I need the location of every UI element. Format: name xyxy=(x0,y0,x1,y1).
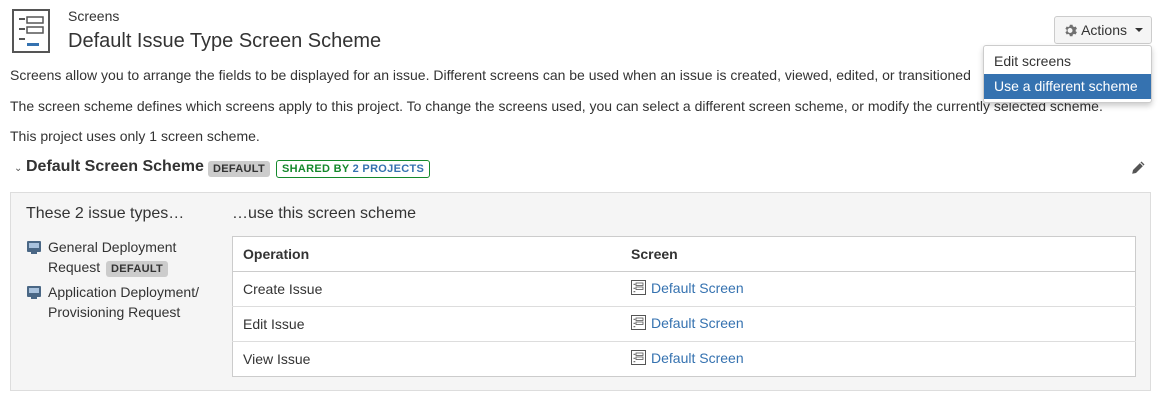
column-header-operation: Operation xyxy=(232,236,621,272)
description-text: Screens allow you to arrange the fields … xyxy=(10,67,971,83)
menu-item-use-different-scheme[interactable]: Use a different scheme xyxy=(984,74,1151,99)
table-row: Edit Issue Default Screen xyxy=(232,306,1136,342)
operation-cell: Edit Issue xyxy=(232,306,621,342)
scheme-header: ⌄ Default Screen Scheme DEFAULT SHARED B… xyxy=(10,158,1150,180)
table-row: View Issue Default Screen xyxy=(233,342,1136,377)
screen-scheme-icon xyxy=(12,9,50,53)
issue-type-name: Application Deployment/Provisioning Requ… xyxy=(48,284,199,320)
screen-cell: Default Screen xyxy=(621,271,1136,307)
issue-type-icon xyxy=(27,241,41,254)
screen-cell: Default Screen xyxy=(621,342,1136,377)
screen-icon xyxy=(631,280,646,296)
operation-cell: Create Issue xyxy=(232,271,621,307)
screen-link[interactable]: Default Screen xyxy=(631,280,744,296)
chevron-down-icon xyxy=(1135,28,1143,32)
screen-icon xyxy=(631,350,646,366)
pencil-icon[interactable] xyxy=(1130,160,1146,176)
screen-link-label[interactable]: Default Screen xyxy=(651,280,744,296)
menu-item-edit-screens[interactable]: Edit screens xyxy=(984,49,1151,74)
issue-type-icon xyxy=(27,286,41,299)
list-item: Application Deployment/Provisioning Requ… xyxy=(26,282,201,322)
default-badge: DEFAULT xyxy=(106,261,169,277)
chevron-down-icon[interactable]: ⌄ xyxy=(14,163,22,174)
shared-prefix: SHARED BY xyxy=(282,163,353,175)
column-header-screen: Screen xyxy=(621,236,1136,272)
breadcrumb[interactable]: Screens xyxy=(68,8,119,24)
actions-button[interactable]: Actions xyxy=(1054,16,1152,44)
default-badge: DEFAULT xyxy=(208,161,271,177)
shared-count[interactable]: 2 PROJECTS xyxy=(353,163,424,175)
scheme-name: Default Screen Scheme xyxy=(26,158,204,175)
list-item: General Deployment Request DEFAULT xyxy=(26,237,201,277)
screen-cell: Default Screen xyxy=(621,306,1136,342)
operations-table: Operation Screen Create Issue Default Sc… xyxy=(232,236,1136,377)
issue-types-list: General Deployment Request DEFAULT Appli… xyxy=(26,237,201,327)
page-title: Default Issue Type Screen Scheme xyxy=(68,30,382,52)
screen-link-label[interactable]: Default Screen xyxy=(651,315,744,331)
scheme-count-text: This project uses only 1 screen scheme. xyxy=(10,128,260,144)
screen-link[interactable]: Default Screen xyxy=(631,315,744,331)
actions-label: Actions xyxy=(1081,22,1127,38)
operation-cell: View Issue xyxy=(243,351,311,367)
gear-icon xyxy=(1065,24,1077,36)
screen-link[interactable]: Default Screen xyxy=(631,350,744,366)
actions-dropdown-menu: Edit screens Use a different scheme xyxy=(983,45,1152,103)
screen-link-label[interactable]: Default Screen xyxy=(651,350,744,366)
screen-icon xyxy=(631,315,646,331)
scheme-panel: These 2 issue types… …use this screen sc… xyxy=(10,192,1151,391)
issue-types-heading: These 2 issue types… xyxy=(26,205,185,222)
table-header-row: Operation Screen xyxy=(232,236,1136,272)
screen-scheme-heading: …use this screen scheme xyxy=(232,205,417,222)
table-row: Create Issue Default Screen xyxy=(232,271,1136,307)
scheme-description-text: The screen scheme defines which screens … xyxy=(10,98,1103,114)
shared-badge[interactable]: SHARED BY 2 PROJECTS xyxy=(276,160,431,178)
